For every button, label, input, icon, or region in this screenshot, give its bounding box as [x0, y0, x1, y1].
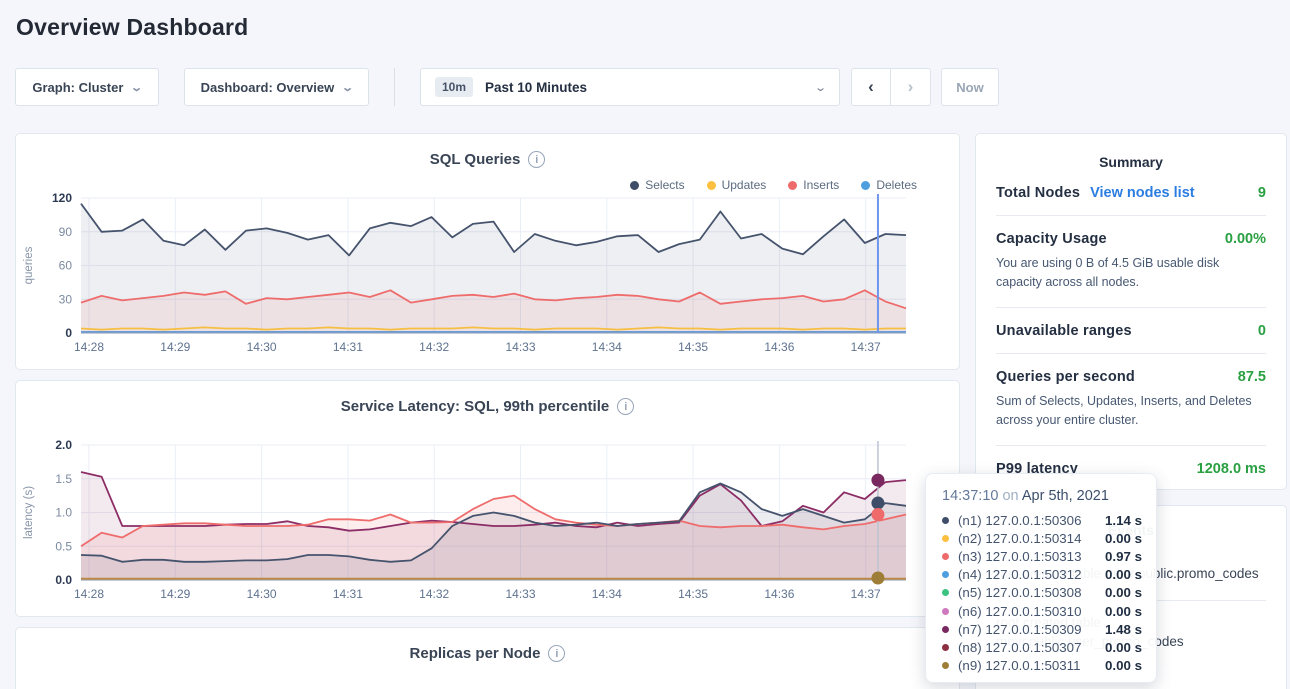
svg-text:14:31: 14:31 [333, 340, 363, 354]
svg-text:14:35: 14:35 [678, 340, 708, 354]
time-next-button[interactable]: › [891, 68, 931, 106]
time-range-badge: 10m [435, 77, 473, 97]
series-dot-icon [942, 571, 949, 578]
toolbar: Graph: Cluster ⌄ Dashboard: Overview ⌄ 1… [15, 68, 999, 106]
page-title: Overview Dashboard [16, 14, 248, 41]
info-icon[interactable]: i [528, 151, 545, 168]
graph-dropdown[interactable]: Graph: Cluster ⌄ [15, 68, 159, 106]
svg-text:14:37: 14:37 [851, 587, 881, 601]
divider [394, 68, 395, 106]
total-nodes-value: 9 [1258, 185, 1266, 201]
tooltip-row: (n5) 127.0.0.1:503080.00 s [942, 584, 1142, 602]
series-dot-icon [942, 608, 949, 615]
p99-latency-value: 1208.0 ms [1197, 461, 1266, 477]
svg-text:14:34: 14:34 [592, 587, 622, 601]
summary-title: Summary [976, 134, 1286, 170]
now-button[interactable]: Now [941, 68, 999, 106]
legend-dot-icon [861, 181, 870, 190]
svg-text:1.0: 1.0 [55, 506, 72, 520]
svg-text:14:29: 14:29 [160, 587, 190, 601]
svg-text:30: 30 [59, 292, 73, 306]
time-range-dropdown[interactable]: 10m Past 10 Minutes ⌄ [420, 68, 840, 106]
svg-text:1.5: 1.5 [55, 472, 72, 486]
series-dot-icon [942, 517, 949, 524]
tooltip-row: (n1) 127.0.0.1:503061.14 s [942, 511, 1142, 529]
svg-text:14:34: 14:34 [592, 340, 622, 354]
unavailable-ranges-value: 0 [1258, 323, 1266, 339]
svg-text:14:36: 14:36 [764, 340, 794, 354]
tooltip-row: (n7) 127.0.0.1:503091.48 s [942, 620, 1142, 638]
legend-dot-icon [707, 181, 716, 190]
legend-item-updates[interactable]: Updates [707, 178, 767, 192]
series-dot-icon [942, 626, 949, 633]
svg-text:90: 90 [59, 225, 73, 239]
chart-canvas-1[interactable]: 0.0 0.5 1.0 1.5 2.0 14:28 14:29 14:30 14:31 14:32… [16, 439, 959, 611]
tooltip-row: (n4) 127.0.0.1:503120.00 s [942, 566, 1142, 584]
svg-text:queries: queries [23, 246, 35, 284]
svg-text:14:36: 14:36 [764, 587, 794, 601]
svg-text:14:37: 14:37 [851, 340, 881, 354]
summary-row-total-nodes: Total Nodes View nodes list 9 [996, 170, 1266, 216]
svg-text:14:30: 14:30 [247, 587, 277, 601]
svg-text:14:28: 14:28 [74, 587, 104, 601]
svg-text:14:29: 14:29 [160, 340, 190, 354]
svg-text:60: 60 [59, 259, 73, 273]
view-nodes-list-link[interactable]: View nodes list [1090, 185, 1195, 201]
legend-item-selects[interactable]: Selects [630, 178, 684, 192]
queries-per-second-value: 87.5 [1238, 369, 1266, 385]
series-dot-icon [942, 644, 949, 651]
chevron-down-icon: ⌄ [814, 81, 827, 94]
dashboard-dropdown[interactable]: Dashboard: Overview ⌄ [184, 68, 369, 106]
tooltip-rows: (n1) 127.0.0.1:503061.14 s(n2) 127.0.0.1… [942, 511, 1142, 675]
service-latency-chart-card: Service Latency: SQL, 99th percentile i … [15, 380, 960, 617]
chevron-down-icon: ⌄ [341, 81, 354, 94]
legend-item-inserts[interactable]: Inserts [788, 178, 839, 192]
chart-hover-tooltip: 14:37:10 on Apr 5th, 2021 (n1) 127.0.0.1… [925, 473, 1157, 683]
svg-text:0.5: 0.5 [55, 539, 72, 553]
chart-legend-0: Selects Updates Inserts Deletes [630, 178, 917, 192]
tooltip-row: (n8) 127.0.0.1:503070.00 s [942, 638, 1142, 656]
series-dot-icon [942, 662, 949, 669]
replicas-per-node-chart-card: Replicas per Node i [15, 627, 960, 689]
svg-text:0: 0 [65, 326, 72, 340]
svg-text:14:32: 14:32 [419, 587, 449, 601]
tooltip-row: (n3) 127.0.0.1:503130.97 s [942, 547, 1142, 565]
time-range-label: Past 10 Minutes [485, 80, 587, 95]
chart-title: Replicas per Node [410, 645, 541, 662]
legend-dot-icon [788, 181, 797, 190]
svg-text:14:33: 14:33 [505, 587, 535, 601]
tooltip-row: (n9) 127.0.0.1:503110.00 s [942, 657, 1142, 675]
chart-canvas-0[interactable]: 0 30 60 90 120 14:28 14:29 14:30 14:31 14:32 14:33… [16, 192, 959, 364]
svg-text:14:28: 14:28 [74, 340, 104, 354]
svg-text:14:31: 14:31 [333, 587, 363, 601]
series-dot-icon [942, 535, 949, 542]
summary-row-unavailable-ranges: Unavailable ranges 0 [996, 308, 1266, 354]
series-dot-icon [942, 553, 949, 560]
svg-text:0.0: 0.0 [55, 573, 72, 587]
summary-row-queries-per-second: Queries per second 87.5 Sum of Selects, … [996, 354, 1266, 446]
svg-text:14:35: 14:35 [678, 587, 708, 601]
svg-text:14:30: 14:30 [247, 340, 277, 354]
series-dot-icon [942, 589, 949, 596]
legend-dot-icon [630, 181, 639, 190]
chart-title: SQL Queries [430, 151, 521, 168]
tooltip-timestamp: 14:37:10 on Apr 5th, 2021 [942, 488, 1142, 504]
info-icon[interactable]: i [548, 645, 565, 662]
summary-panel: Summary Total Nodes View nodes list 9 Ca… [975, 133, 1287, 490]
legend-item-deletes[interactable]: Deletes [861, 178, 917, 192]
summary-row-capacity-usage: Capacity Usage 0.00% You are using 0 B o… [996, 216, 1266, 308]
svg-text:latency (s): latency (s) [23, 486, 35, 539]
svg-text:14:32: 14:32 [419, 340, 449, 354]
svg-text:120: 120 [52, 192, 72, 205]
capacity-usage-value: 0.00% [1225, 231, 1266, 247]
time-prev-button[interactable]: ‹ [851, 68, 891, 106]
info-icon[interactable]: i [617, 398, 634, 415]
svg-text:14:33: 14:33 [505, 340, 535, 354]
sql-queries-chart-card: SQL Queries i Selects Updates Inserts Delet… [15, 133, 960, 370]
chart-title: Service Latency: SQL, 99th percentile [341, 398, 609, 415]
tooltip-row: (n6) 127.0.0.1:503100.00 s [942, 602, 1142, 620]
svg-text:2.0: 2.0 [55, 439, 72, 452]
tooltip-row: (n2) 127.0.0.1:503140.00 s [942, 529, 1142, 547]
chevron-down-icon: ⌄ [131, 81, 144, 94]
